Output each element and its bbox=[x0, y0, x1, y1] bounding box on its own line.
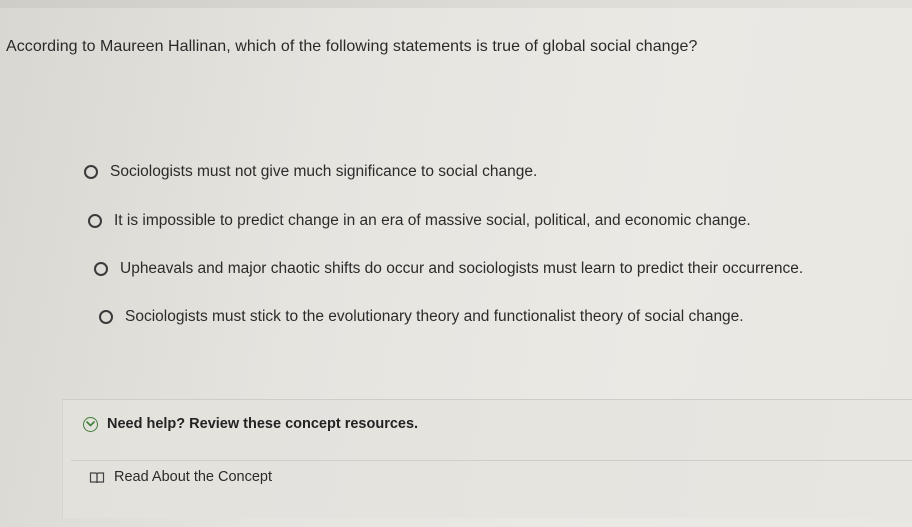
help-title: Need help? Review these concept resource… bbox=[107, 416, 419, 432]
answer-option-2[interactable]: It is impossible to predict change in an… bbox=[88, 212, 751, 230]
answer-option-label: It is impossible to predict change in an… bbox=[114, 212, 751, 229]
help-toggle[interactable]: Need help? Review these concept resource… bbox=[83, 416, 418, 432]
answer-option-1[interactable]: Sociologists must not give much signific… bbox=[84, 163, 537, 181]
radio-button-icon[interactable] bbox=[94, 262, 108, 276]
answer-option-label: Sociologists must stick to the evolution… bbox=[125, 308, 744, 325]
divider bbox=[71, 460, 912, 461]
answer-option-4[interactable]: Sociologists must stick to the evolution… bbox=[99, 308, 744, 326]
answer-option-3[interactable]: Upheavals and major chaotic shifts do oc… bbox=[94, 260, 803, 278]
answer-option-label: Upheavals and major chaotic shifts do oc… bbox=[120, 260, 804, 277]
radio-button-icon[interactable] bbox=[99, 310, 113, 324]
radio-button-icon[interactable] bbox=[84, 165, 98, 179]
chevron-down-icon[interactable] bbox=[83, 416, 98, 432]
read-about-concept-link[interactable]: Read About the Concept bbox=[89, 469, 272, 485]
resource-label: Read About the Concept bbox=[114, 469, 273, 485]
question-text: According to Maureen Hallinan, which of … bbox=[6, 38, 698, 55]
top-strip bbox=[0, 0, 912, 8]
book-icon bbox=[89, 471, 105, 484]
answer-option-label: Sociologists must not give much signific… bbox=[110, 163, 538, 180]
help-panel: Need help? Review these concept resource… bbox=[62, 399, 912, 518]
radio-button-icon[interactable] bbox=[88, 214, 102, 228]
